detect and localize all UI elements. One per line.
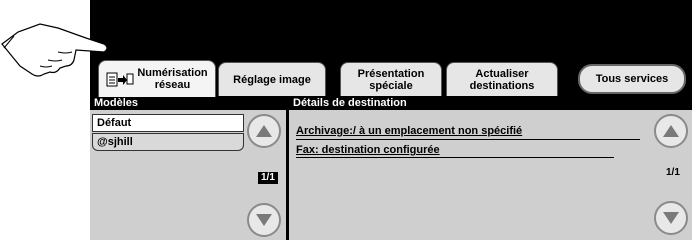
scroll-up-icon	[663, 125, 679, 137]
tab-label-line2: destinations	[469, 79, 535, 92]
destination-details-header: Détails de destination	[289, 97, 692, 110]
tab-label-line2: spéciale	[369, 79, 413, 92]
destinations-page-indicator: 1/1	[666, 167, 680, 178]
templates-header: Modèles	[90, 97, 286, 110]
scroll-up-icon	[256, 125, 272, 137]
tab-label-line2: réseau	[154, 79, 191, 91]
template-item-default[interactable]: Défaut	[92, 114, 244, 132]
tab-label-line1: Numérisation	[137, 67, 208, 79]
destination-line: Fax: destination configurée	[296, 144, 440, 156]
scroll-down-icon	[256, 214, 272, 226]
destination-rule	[296, 157, 614, 158]
destinations-scroll-down-button[interactable]	[654, 201, 688, 235]
destinations-scroll-up-button[interactable]	[654, 114, 688, 148]
destination-details-panel	[289, 97, 692, 240]
tab-label-line1: Présentation	[357, 67, 425, 80]
all-services-label: Tous services	[595, 73, 669, 85]
templates-scroll-down-button[interactable]	[247, 203, 281, 237]
scroll-down-icon	[663, 212, 679, 224]
tab-label-line1: Actualiser	[475, 67, 529, 80]
template-item-sjhill[interactable]: @sjhill	[92, 133, 244, 151]
tab-update-destinations[interactable]: Actualiser destinations	[446, 62, 558, 96]
tab-image-settings[interactable]: Réglage image	[218, 62, 326, 96]
tab-network-scanning[interactable]: Numérisation réseau	[98, 60, 216, 97]
destination-line: Archivage:/ à un emplacement non spécifi…	[296, 125, 523, 137]
all-services-button[interactable]: Tous services	[578, 64, 686, 94]
tab-special-layout[interactable]: Présentation spéciale	[340, 62, 442, 96]
templates-page-indicator: 1/1	[258, 172, 278, 184]
tab-label: Réglage image	[233, 73, 311, 86]
templates-scroll-up-button[interactable]	[247, 114, 281, 148]
destination-rule	[296, 139, 640, 140]
scan-to-network-icon	[106, 72, 134, 87]
